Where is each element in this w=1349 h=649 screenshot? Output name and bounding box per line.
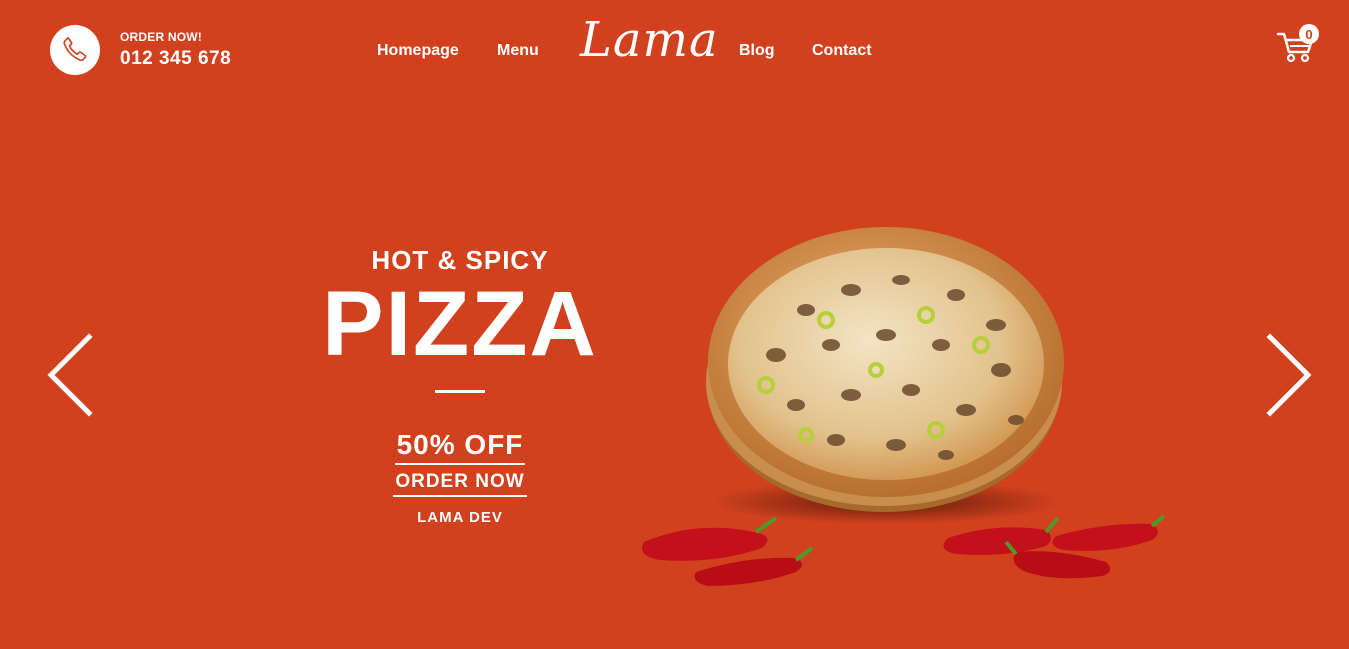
title-divider xyxy=(435,390,485,393)
nav-contact[interactable]: Contact xyxy=(812,42,872,60)
nav-homepage[interactable]: Homepage xyxy=(377,42,459,60)
order-now-button[interactable]: ORDER NOW xyxy=(393,471,527,497)
order-now-label: ORDER NOW! xyxy=(120,30,202,44)
pizza-image xyxy=(642,227,1166,586)
call-button[interactable] xyxy=(50,25,100,75)
slide-subtitle: HOT & SPICY xyxy=(371,245,549,275)
hero-slide-text: HOT & SPICY PIZZA 50% OFF ORDER NOW LAMA… xyxy=(280,245,640,526)
cart-count-badge: 0 xyxy=(1299,24,1319,44)
discount-offer: 50% OFF xyxy=(394,429,526,465)
logo[interactable]: Lama xyxy=(580,12,719,68)
nav-blog[interactable]: Blog xyxy=(739,42,775,60)
chevron-left-icon[interactable] xyxy=(45,333,93,417)
nav-menu[interactable]: Menu xyxy=(497,42,539,60)
chevron-right-icon[interactable] xyxy=(1266,333,1314,417)
slide-title: PIZZA xyxy=(322,273,598,375)
author-label: LAMA DEV xyxy=(417,509,503,526)
telephone-icon xyxy=(63,37,87,62)
phone-number: 012 345 678 xyxy=(120,48,232,69)
navbar: ORDER NOW! 012 345 678 Homepage Menu Lam… xyxy=(0,0,1349,100)
order-info: ORDER NOW! 012 345 678 xyxy=(120,30,231,70)
